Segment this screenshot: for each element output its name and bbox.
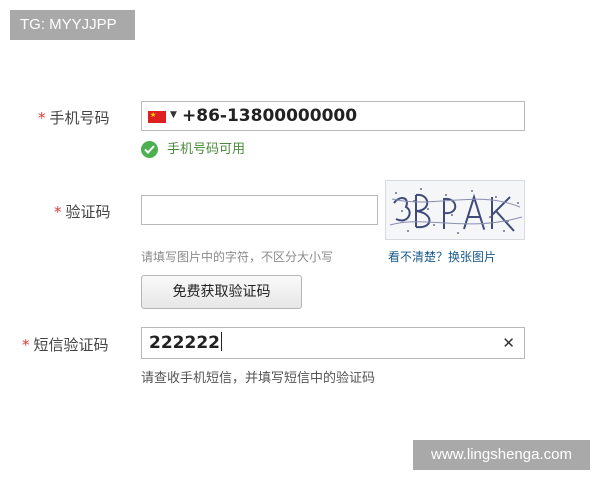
- phone-label-text: 手机号码: [49, 109, 110, 127]
- sms-label-text: 短信验证码: [33, 336, 109, 354]
- required-star: *: [38, 109, 46, 127]
- required-star: *: [22, 336, 30, 354]
- sms-code-value: 222222: [149, 332, 222, 354]
- china-flag-icon[interactable]: ★: [148, 111, 166, 123]
- refresh-captcha-link[interactable]: 看不清楚？换张图片: [388, 248, 496, 265]
- text-caret: [220, 332, 222, 351]
- captcha-image[interactable]: [385, 180, 525, 240]
- captcha-hint: 请填写图片中的字符，不区分大小写: [141, 250, 334, 264]
- watermark-bottom-right: www.lingshenga.com: [413, 440, 590, 470]
- required-star: *: [54, 203, 62, 221]
- check-circle-icon: [141, 141, 158, 158]
- sms-hint: 请查收手机短信，并填写短信中的验证码: [141, 371, 376, 386]
- sms-label: * 短信验证码: [22, 334, 109, 355]
- sms-code-input[interactable]: 222222 ✕: [141, 327, 525, 359]
- sms-code-text: 222222: [149, 333, 220, 353]
- watermark-top-left: TG: MYYJJPP: [10, 10, 135, 40]
- registration-form-page: TG: MYYJJPP * 手机号码 ★ ▼ +86-13800000000 手机…: [0, 0, 600, 480]
- phone-value: +86-13800000000: [182, 106, 358, 126]
- captcha-input[interactable]: [141, 195, 378, 225]
- get-code-button[interactable]: 免费获取验证码: [141, 275, 302, 309]
- country-dropdown-icon[interactable]: ▼: [170, 110, 177, 120]
- phone-status-text: 手机号码可用: [167, 142, 246, 157]
- captcha-label-text: 验证码: [65, 203, 111, 221]
- phone-label: * 手机号码: [38, 107, 110, 128]
- phone-input[interactable]: ★ ▼ +86-13800000000: [141, 101, 525, 131]
- close-icon[interactable]: ✕: [502, 334, 515, 352]
- captcha-label: * 验证码: [54, 201, 111, 222]
